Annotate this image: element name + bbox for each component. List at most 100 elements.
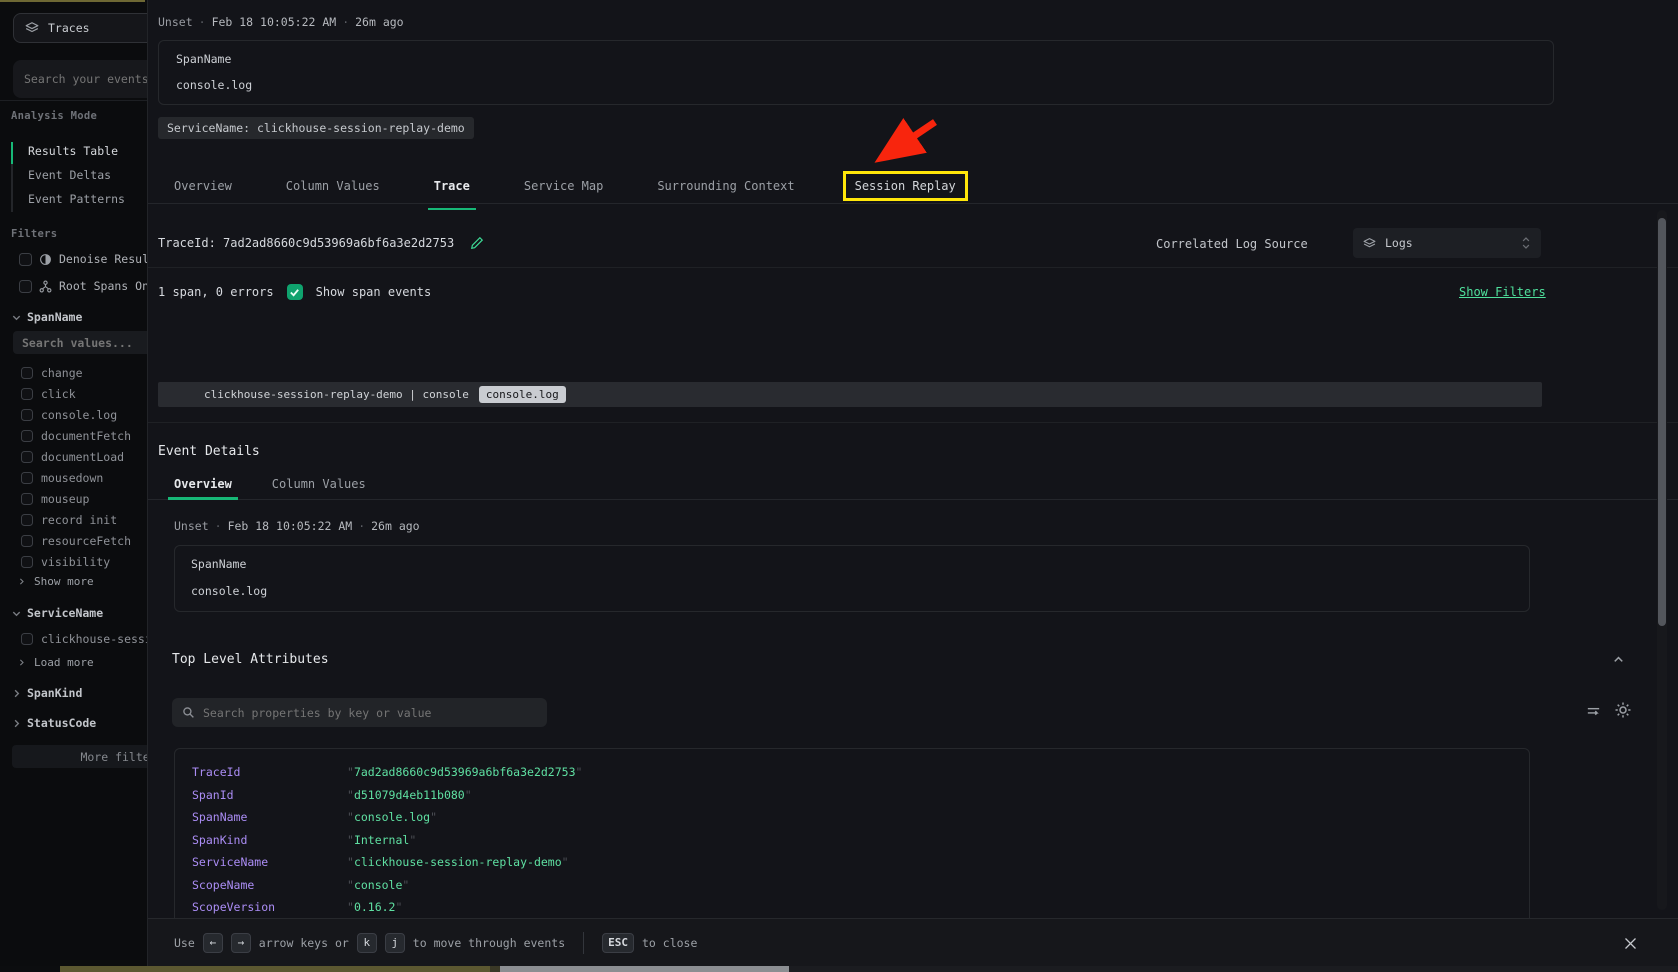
more-filters-button[interactable]: More filters — [12, 745, 147, 768]
relative-time: 26m ago — [355, 15, 403, 29]
attr-key[interactable]: ServiceName — [192, 855, 347, 869]
attr-key[interactable]: ScopeName — [192, 878, 347, 892]
filters-heading: Filters — [11, 228, 57, 240]
value-checkbox[interactable] — [21, 535, 33, 547]
value-label: mouseup — [41, 492, 89, 506]
servicename-load-more[interactable]: Load more — [17, 656, 94, 669]
filter-denoise-results[interactable]: Denoise Results — [19, 252, 147, 266]
spanname-value-mousedown[interactable]: mousedown — [21, 471, 103, 485]
spanname-group-label: SpanName — [27, 310, 82, 324]
attr-value[interactable]: "d51079d4eb11b080" — [347, 788, 472, 802]
root-spans-checkbox[interactable] — [19, 280, 32, 293]
screen: Traces Analysis Mode Results Table Event… — [0, 0, 1678, 972]
spanname-show-more[interactable]: Show more — [17, 575, 94, 588]
tab-column-values[interactable]: Column Values — [280, 171, 386, 201]
attr-row-servicename: ServiceName "clickhouse-session-replay-d… — [192, 851, 1529, 874]
value-checkbox[interactable] — [21, 514, 33, 526]
ed-tab-column-values[interactable]: Column Values — [266, 471, 372, 499]
attr-value[interactable]: "console" — [347, 878, 409, 892]
value-label: visibility — [41, 555, 110, 569]
attr-row-spanid: SpanId "d51079d4eb11b080" — [192, 784, 1529, 807]
footer-text: to close — [642, 936, 697, 950]
spanname-value-documentfetch[interactable]: documentFetch — [21, 429, 131, 443]
spanname-value-record-init[interactable]: record init — [21, 513, 117, 527]
value-checkbox[interactable] — [21, 388, 33, 400]
footer-separator — [583, 932, 584, 954]
value-label: mousedown — [41, 471, 103, 485]
attr-value[interactable]: "Internal" — [347, 833, 416, 847]
filter-root-spans[interactable]: Root Spans Only — [19, 279, 147, 293]
attr-key[interactable]: SpanId — [192, 788, 347, 802]
collapse-chevron-up-icon[interactable] — [1611, 652, 1626, 667]
waterfall-span-bar[interactable]: clickhouse-session-replay-demo | console… — [158, 382, 1542, 407]
tab-overview[interactable]: Overview — [168, 171, 238, 201]
key-arrow-right: → — [231, 933, 251, 953]
wrap-lines-icon[interactable] — [1585, 703, 1602, 720]
spankind-group-header[interactable]: SpanKind — [11, 686, 82, 700]
attr-key[interactable]: ScopeVersion — [192, 900, 347, 914]
source-selector-traces[interactable]: Traces — [13, 13, 147, 43]
value-checkbox[interactable] — [21, 493, 33, 505]
spanname-value-visibility[interactable]: visibility — [21, 555, 110, 569]
value-checkbox[interactable] — [21, 633, 33, 645]
properties-search[interactable] — [172, 698, 547, 727]
spanname-values-search-input[interactable] — [13, 331, 147, 354]
denoise-checkbox[interactable] — [19, 253, 32, 266]
value-checkbox[interactable] — [21, 472, 33, 484]
relative-time: 26m ago — [371, 519, 419, 533]
gear-icon[interactable] — [1614, 701, 1632, 719]
attr-key[interactable]: SpanName — [192, 810, 347, 824]
spanname-value-click[interactable]: click — [21, 387, 76, 401]
attr-value[interactable]: "7ad2ad8660c9d53969a6bf6a3e2d2753" — [347, 765, 582, 779]
spanname-value-documentload[interactable]: documentLoad — [21, 450, 124, 464]
attr-row-scopeversion: ScopeVersion "0.16.2" — [192, 896, 1529, 919]
log-source-select[interactable]: Logs — [1353, 228, 1541, 258]
footer-text: Use — [174, 936, 195, 950]
bottom-strip-olive — [60, 966, 490, 972]
value-checkbox[interactable] — [21, 451, 33, 463]
attr-key[interactable]: SpanKind — [192, 833, 347, 847]
attr-value[interactable]: "console.log" — [347, 810, 437, 824]
statuscode-group-header[interactable]: StatusCode — [11, 716, 96, 730]
source-label: Traces — [48, 21, 90, 35]
properties-search-input[interactable] — [203, 706, 537, 720]
attr-value[interactable]: "0.16.2" — [347, 900, 402, 914]
close-icon[interactable] — [1619, 932, 1641, 954]
value-checkbox[interactable] — [21, 556, 33, 568]
attr-value[interactable]: "clickhouse-session-replay-demo" — [347, 855, 569, 869]
servicename-value-clickhouse[interactable]: clickhouse-session-replay-demo — [21, 632, 147, 646]
show-span-events-label[interactable]: Show span events — [316, 285, 432, 299]
scrollbar-thumb[interactable] — [1658, 218, 1666, 626]
sidebar-divider — [0, 100, 147, 101]
value-checkbox[interactable] — [21, 430, 33, 442]
mode-event-deltas[interactable]: Event Deltas — [11, 164, 147, 188]
mode-event-patterns[interactable]: Event Patterns — [11, 188, 147, 212]
servicename-filter-chip[interactable]: ServiceName: clickhouse-session-replay-d… — [158, 117, 474, 139]
ed-tab-overview[interactable]: Overview — [168, 471, 238, 499]
spanname-value-mouseup[interactable]: mouseup — [21, 492, 89, 506]
value-checkbox[interactable] — [21, 409, 33, 421]
spanname-card-label: SpanName — [176, 52, 1536, 66]
tab-surrounding-context[interactable]: Surrounding Context — [651, 171, 800, 201]
span-summary-row: 1 span, 0 errors Show span events — [158, 284, 431, 300]
timestamp: Feb 18 10:05:22 AM — [228, 519, 353, 533]
value-label: console.log — [41, 408, 117, 422]
spanname-group-header[interactable]: SpanName — [11, 310, 82, 324]
show-filters-link[interactable]: Show Filters — [1459, 285, 1546, 299]
spanname-value-console-log[interactable]: console.log — [21, 408, 117, 422]
value-label: record init — [41, 513, 117, 527]
modal-scrollbar[interactable] — [1657, 210, 1667, 910]
analysis-mode-list: Results Table Event Deltas Event Pattern… — [11, 140, 147, 212]
tab-service-map[interactable]: Service Map — [518, 171, 609, 201]
mode-rail-active — [11, 142, 13, 164]
spanname-value-resourcefetch[interactable]: resourceFetch — [21, 534, 131, 548]
tab-trace[interactable]: Trace — [428, 171, 476, 201]
value-checkbox[interactable] — [21, 367, 33, 379]
edit-pencil-icon[interactable] — [470, 236, 484, 250]
show-span-events-checkbox[interactable] — [287, 284, 303, 300]
servicename-group-header[interactable]: ServiceName — [11, 606, 103, 620]
spanname-value-change[interactable]: change — [21, 366, 83, 380]
attr-key[interactable]: TraceId — [192, 765, 347, 779]
mode-results-table[interactable]: Results Table — [11, 140, 147, 164]
event-search-input[interactable] — [13, 60, 147, 98]
